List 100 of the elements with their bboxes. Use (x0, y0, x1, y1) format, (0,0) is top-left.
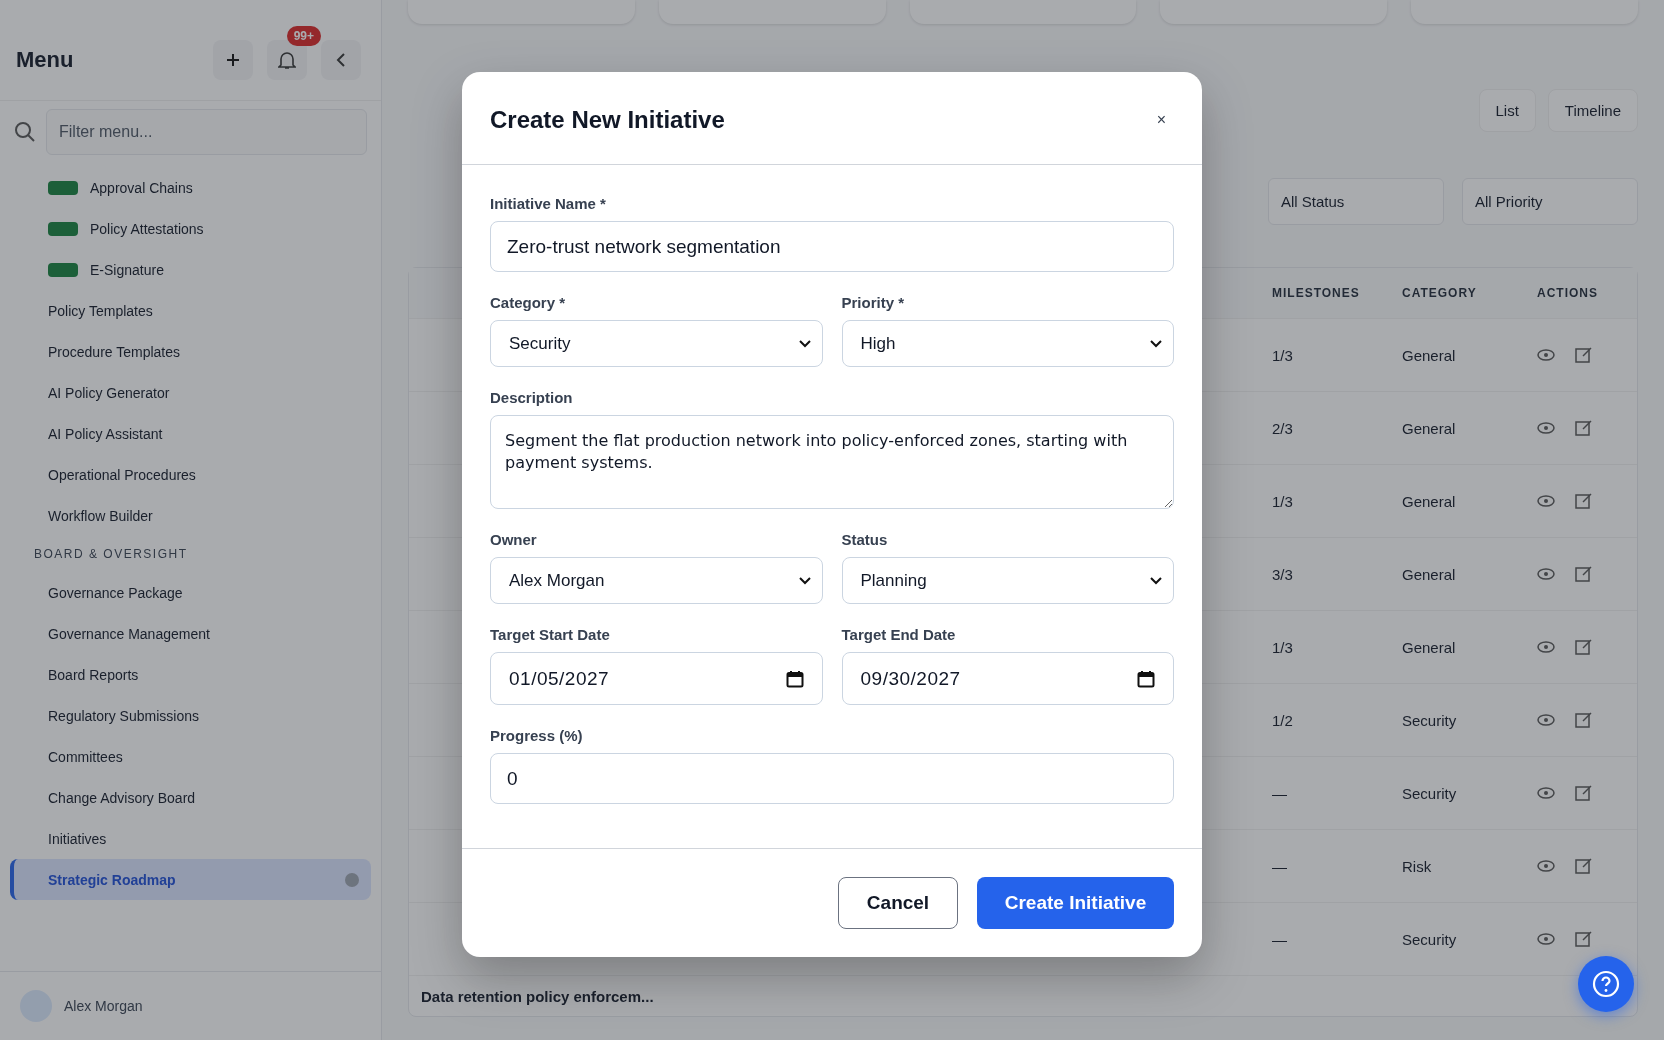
menu-item[interactable]: Approval Chains (10, 167, 371, 208)
eye-icon[interactable] (1537, 857, 1555, 875)
table-cell-text: 1/3 (1272, 492, 1294, 510)
edit-icon[interactable] (1575, 419, 1593, 437)
edit-icon[interactable] (1575, 346, 1593, 364)
table-cell-text: 2/3 (1272, 419, 1294, 437)
collapse-button[interactable] (321, 40, 361, 80)
table-cell-text: 3/3 (1272, 565, 1294, 583)
table-cell-text: Security (1402, 784, 1458, 802)
table-cell-text: 1/3 (1272, 346, 1294, 364)
menu-item-label: Committees (48, 748, 123, 765)
calendar-icon[interactable] (1137, 669, 1155, 688)
table-cell-text: — (1272, 857, 1288, 875)
field-label: Progress (%) (490, 727, 584, 744)
column-header: ACTIONS (1537, 286, 1599, 300)
chevron-down-icon (797, 575, 812, 586)
date-field[interactable]: 09/30/2027 (841, 652, 1174, 705)
table-cell-text: 1/2 (1272, 711, 1294, 729)
close-button[interactable]: × (1148, 107, 1174, 133)
menu-item-label: Strategic Roadmap (48, 871, 176, 888)
chevron-down-icon (797, 338, 812, 349)
edit-icon[interactable] (1575, 930, 1593, 948)
menu-item[interactable]: AI Policy Generator (10, 372, 371, 413)
menu-item[interactable]: Procedure Templates (10, 331, 371, 372)
user-name: Alex Morgan (64, 998, 143, 1014)
menu-item[interactable]: Change Advisory Board (10, 777, 371, 818)
create-button[interactable]: Create Initiative (977, 877, 1174, 929)
table-cell-text: General (1402, 638, 1457, 656)
eye-icon[interactable] (1537, 419, 1555, 437)
menu-item-label: Policy Attestations (90, 220, 204, 237)
menu-item[interactable]: Initiatives (10, 818, 371, 859)
eye-icon[interactable] (1537, 346, 1555, 364)
eye-icon[interactable] (1537, 711, 1555, 729)
menu-item-label: E-Signature (90, 261, 164, 278)
field-label: Target Start Date (490, 626, 611, 643)
select-field[interactable]: Security (490, 320, 823, 367)
select-field[interactable]: Planning (841, 557, 1174, 604)
calendar-icon[interactable] (785, 669, 804, 688)
menu-item[interactable]: Governance Management (10, 613, 371, 654)
table-cell: Data retention policy enforcem... (421, 987, 654, 1005)
description-field[interactable]: Segment the flat production network into policy-enforced zones, starting with payment systems. (490, 415, 1174, 509)
field-label: Owner (490, 531, 538, 548)
edit-icon[interactable] (1575, 565, 1593, 583)
edit-icon[interactable] (1575, 492, 1593, 510)
table-cell-text: — (1272, 784, 1288, 802)
column-header: CATEGORY (1402, 286, 1478, 300)
notifications-button[interactable] (267, 40, 307, 80)
table-cell-text: General (1402, 419, 1457, 437)
filter-field[interactable]: Filter menu... (46, 109, 367, 155)
menu-item-label: AI Policy Assistant (48, 425, 163, 442)
add-button[interactable] (213, 40, 253, 80)
menu-item[interactable]: Operational Procedures (10, 454, 371, 495)
menu-item-label: Procedure Templates (48, 343, 181, 360)
field-label: Target End Date (841, 626, 957, 643)
eye-icon[interactable] (1537, 930, 1555, 948)
status-dot-icon (345, 872, 359, 887)
progress-field[interactable]: 0 (490, 753, 1174, 804)
menu-item[interactable]: Committees (10, 736, 371, 777)
edit-icon[interactable] (1575, 857, 1593, 875)
cancel-button[interactable]: Cancel (838, 877, 958, 929)
menu-item[interactable]: Board Reports (10, 654, 371, 695)
menu-item-label: Board Reports (48, 666, 139, 683)
field-label: Description (490, 389, 574, 406)
view-button[interactable]: List (1478, 88, 1536, 132)
field-label: Initiative Name * (490, 195, 607, 212)
table-cell-text: Security (1402, 711, 1458, 729)
menu-item[interactable]: Regulatory Submissions (10, 695, 371, 736)
eye-icon[interactable] (1537, 565, 1555, 583)
eye-icon[interactable] (1537, 492, 1555, 510)
field-label: Priority * (841, 294, 906, 311)
field-label: Status (841, 531, 889, 548)
table-cell-text: General (1402, 346, 1457, 364)
input-field[interactable]: Zero-trust network segmentation (490, 221, 1174, 272)
eye-icon[interactable] (1537, 638, 1555, 656)
menu-item[interactable]: E-Signature (10, 249, 371, 290)
new-badge (48, 221, 78, 236)
select-field[interactable]: Alex Morgan (490, 557, 823, 604)
menu-item-label: Governance Package (48, 584, 183, 601)
menu-item[interactable]: Governance Package (10, 572, 371, 613)
table-cell-text: General (1402, 492, 1457, 510)
eye-icon[interactable] (1537, 784, 1555, 802)
table-cell-text: General (1402, 565, 1457, 583)
menu-item-label: Regulatory Submissions (48, 707, 199, 724)
filter-select[interactable]: All Priority (1462, 178, 1638, 225)
menu-item[interactable]: AI Policy Assistant (10, 413, 371, 454)
bell-icon (278, 50, 296, 70)
view-button[interactable]: Timeline (1547, 88, 1638, 132)
date-field[interactable]: 01/05/2027 (490, 652, 823, 705)
plus-icon (226, 53, 240, 67)
filter-select[interactable]: All Status (1268, 178, 1444, 225)
edit-icon[interactable] (1575, 711, 1593, 729)
menu-item[interactable]: Policy Templates (10, 290, 371, 331)
notification-count: 99+ (286, 26, 321, 46)
menu-item[interactable]: Workflow Builder (10, 495, 371, 536)
select-field[interactable]: High (841, 320, 1174, 367)
chevron-down-icon (1149, 338, 1163, 349)
menu-item[interactable]: Policy Attestations (10, 208, 371, 249)
edit-icon[interactable] (1575, 784, 1593, 802)
edit-icon[interactable] (1575, 638, 1593, 656)
new-badge (48, 180, 78, 195)
